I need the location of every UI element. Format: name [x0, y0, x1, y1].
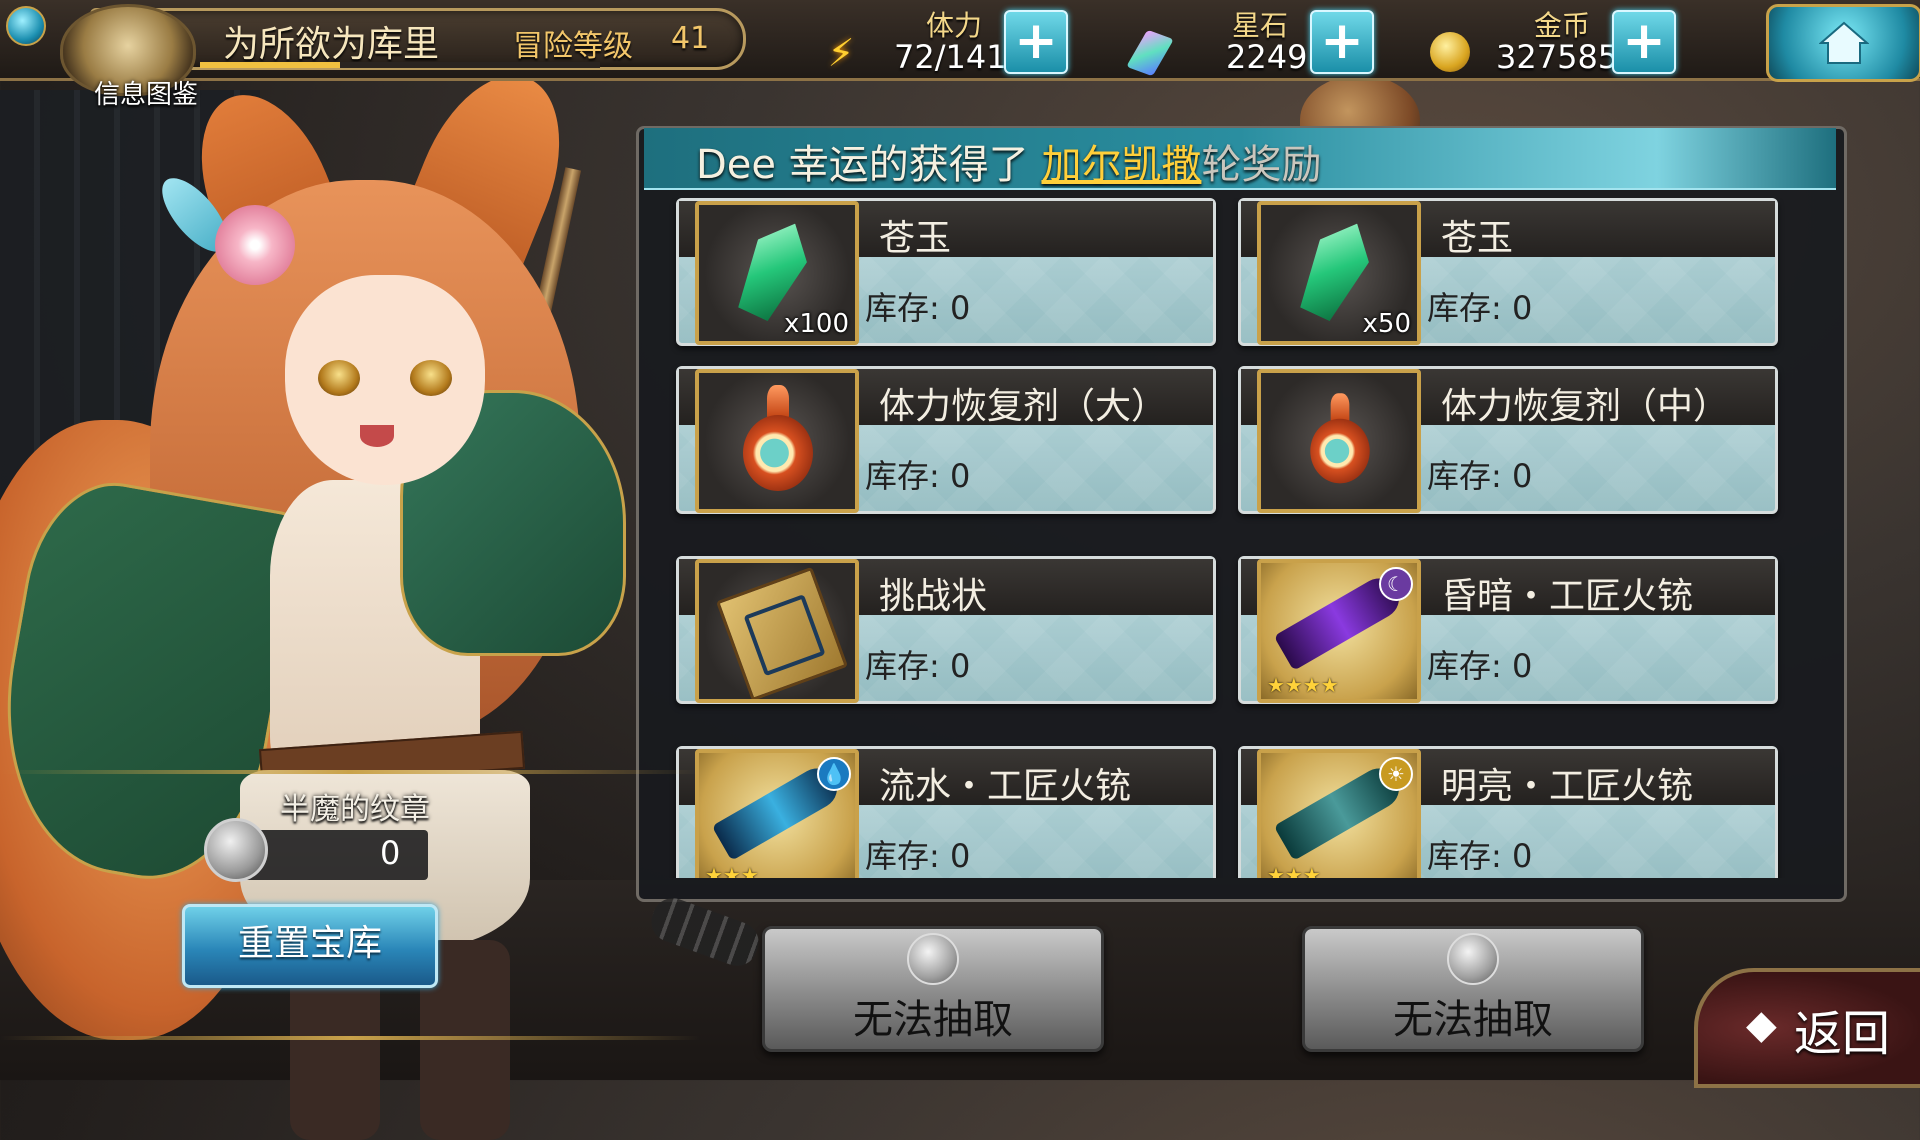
reward-name: 明亮・工匠火铳 [1441, 766, 1694, 807]
character-eye-right [410, 360, 452, 396]
reward-stock: 库存: 0 [865, 457, 971, 495]
reward-card[interactable]: 流水・工匠火铳 库存: 0 💧 ★★★ [676, 746, 1216, 878]
reward-stock: 库存: 0 [865, 647, 971, 685]
reward-stock: 库存: 0 [1427, 647, 1533, 685]
coin-icon [1430, 32, 1470, 72]
reward-card[interactable]: 明亮・工匠火铳 库存: 0 ☀ ★★★ [1238, 746, 1778, 878]
info-encyclopedia-label[interactable]: 信息图鉴 [94, 74, 198, 111]
medal-icon [907, 933, 959, 985]
bottom-divider [0, 1036, 700, 1040]
character-face [285, 275, 485, 485]
reward-name: 挑战状 [879, 576, 988, 617]
medal-icon [1447, 933, 1499, 985]
reward-card[interactable]: 昏暗・工匠火铳 库存: 0 ☾ ★★★★ [1238, 556, 1778, 704]
reward-name: 苍玉 [1441, 218, 1514, 259]
reward-card[interactable]: 苍玉 库存: 0 x100 [676, 198, 1216, 346]
reward-card[interactable]: 苍玉 库存: 0 x50 [1238, 198, 1778, 346]
emblem-divider [0, 770, 700, 774]
reward-name: 体力恢复剂（大） [879, 386, 1168, 427]
adventure-level-label: 冒险等级 [513, 29, 633, 64]
sun-element-icon: ☀ [1379, 757, 1413, 791]
reward-card[interactable]: 体力恢复剂（大） 库存: 0 [676, 366, 1216, 514]
reward-stock: 库存: 0 [865, 289, 971, 327]
gold-value: 327585 [1496, 38, 1619, 76]
add-gold-button[interactable]: + [1612, 10, 1676, 74]
rarity-stars: ★★★ [1267, 863, 1321, 878]
title-prefix: Dee 幸运的获得了 [696, 142, 1042, 188]
adventure-level-value: 41 [671, 21, 710, 56]
reward-stock: 库存: 0 [865, 837, 971, 875]
exp-bar-fill [200, 62, 340, 68]
draw-button-1[interactable]: 无法抽取 [762, 926, 1104, 1052]
potion-medium-icon [1257, 369, 1421, 513]
stamina-resource: ⚡ 体力 72/141 + [820, 4, 1080, 76]
lightning-icon: ⚡ [827, 31, 855, 75]
reward-name: 昏暗・工匠火铳 [1441, 576, 1694, 617]
emblem-label: 半魔的纹章 [280, 792, 430, 827]
emblem-coin-icon [204, 818, 268, 882]
reward-panel-title: Dee 幸运的获得了 加尔凯撒轮奖励 [696, 132, 1321, 190]
reward-quantity: x100 [783, 309, 849, 339]
reward-stock: 库存: 0 [1427, 289, 1533, 327]
character-flower [215, 205, 295, 285]
crystal-icon [1126, 29, 1174, 77]
emblem-value: 0 [380, 834, 401, 872]
reward-list[interactable]: 苍玉 库存: 0 x100 苍玉 库存: 0 x50 体力恢复剂（大） 库存: … [644, 198, 1836, 878]
reward-name: 体力恢复剂（中） [1441, 386, 1730, 427]
back-label: 返回 [1794, 1006, 1891, 1062]
add-star-stone-button[interactable]: + [1310, 10, 1374, 74]
reward-name: 流水・工匠火铳 [879, 766, 1132, 807]
reward-stock: 库存: 0 [1427, 457, 1533, 495]
moon-element-icon: ☾ [1379, 567, 1413, 601]
stamina-value: 72/141 [894, 38, 1007, 76]
back-arrow-icon: ◆ [1746, 1002, 1777, 1048]
challenge-letter-icon [695, 559, 859, 703]
teal-gun-icon: ☀ ★★★ [1257, 749, 1421, 878]
player-name: 为所欲为库里 [223, 24, 440, 65]
add-stamina-button[interactable]: + [1004, 10, 1068, 74]
exp-bar [200, 62, 600, 68]
reward-stock: 库存: 0 [1427, 837, 1533, 875]
character-eye-left [318, 360, 360, 396]
purple-gun-icon: ☾ ★★★★ [1257, 559, 1421, 703]
blue-gun-icon: 💧 ★★★ [695, 749, 859, 878]
draw-button-label: 无法抽取 [853, 997, 1013, 1043]
star-stone-resource: 星石 2249 + [1126, 4, 1386, 77]
draw-button-2[interactable]: 无法抽取 [1302, 926, 1644, 1052]
reward-card[interactable]: 挑战状 库存: 0 [676, 556, 1216, 704]
reward-card[interactable]: 体力恢复剂（中） 库存: 0 [1238, 366, 1778, 514]
reward-quantity: x50 [1362, 309, 1411, 339]
water-element-icon: 💧 [817, 757, 851, 791]
draw-button-label: 无法抽取 [1393, 997, 1553, 1043]
potion-large-icon [695, 369, 859, 513]
star-stone-value: 2249 [1226, 38, 1308, 76]
back-button[interactable]: ◆ 返回 [1694, 968, 1920, 1088]
home-button[interactable] [1766, 4, 1920, 82]
menu-gem-icon[interactable] [6, 6, 46, 46]
title-highlight-link[interactable]: 加尔凯撒 [1041, 142, 1201, 188]
jade-icon: x100 [695, 201, 859, 345]
reset-vault-button[interactable]: 重置宝库 [182, 904, 438, 988]
gold-resource: 金币 327585 + [1430, 4, 1690, 76]
home-icon [1819, 21, 1869, 64]
reward-name: 苍玉 [879, 218, 952, 259]
rarity-stars: ★★★ [705, 863, 759, 878]
character-mouth [360, 425, 394, 447]
jade-icon: x50 [1257, 201, 1421, 345]
rarity-stars: ★★★★ [1267, 673, 1339, 697]
title-suffix: 轮奖励 [1201, 142, 1322, 188]
